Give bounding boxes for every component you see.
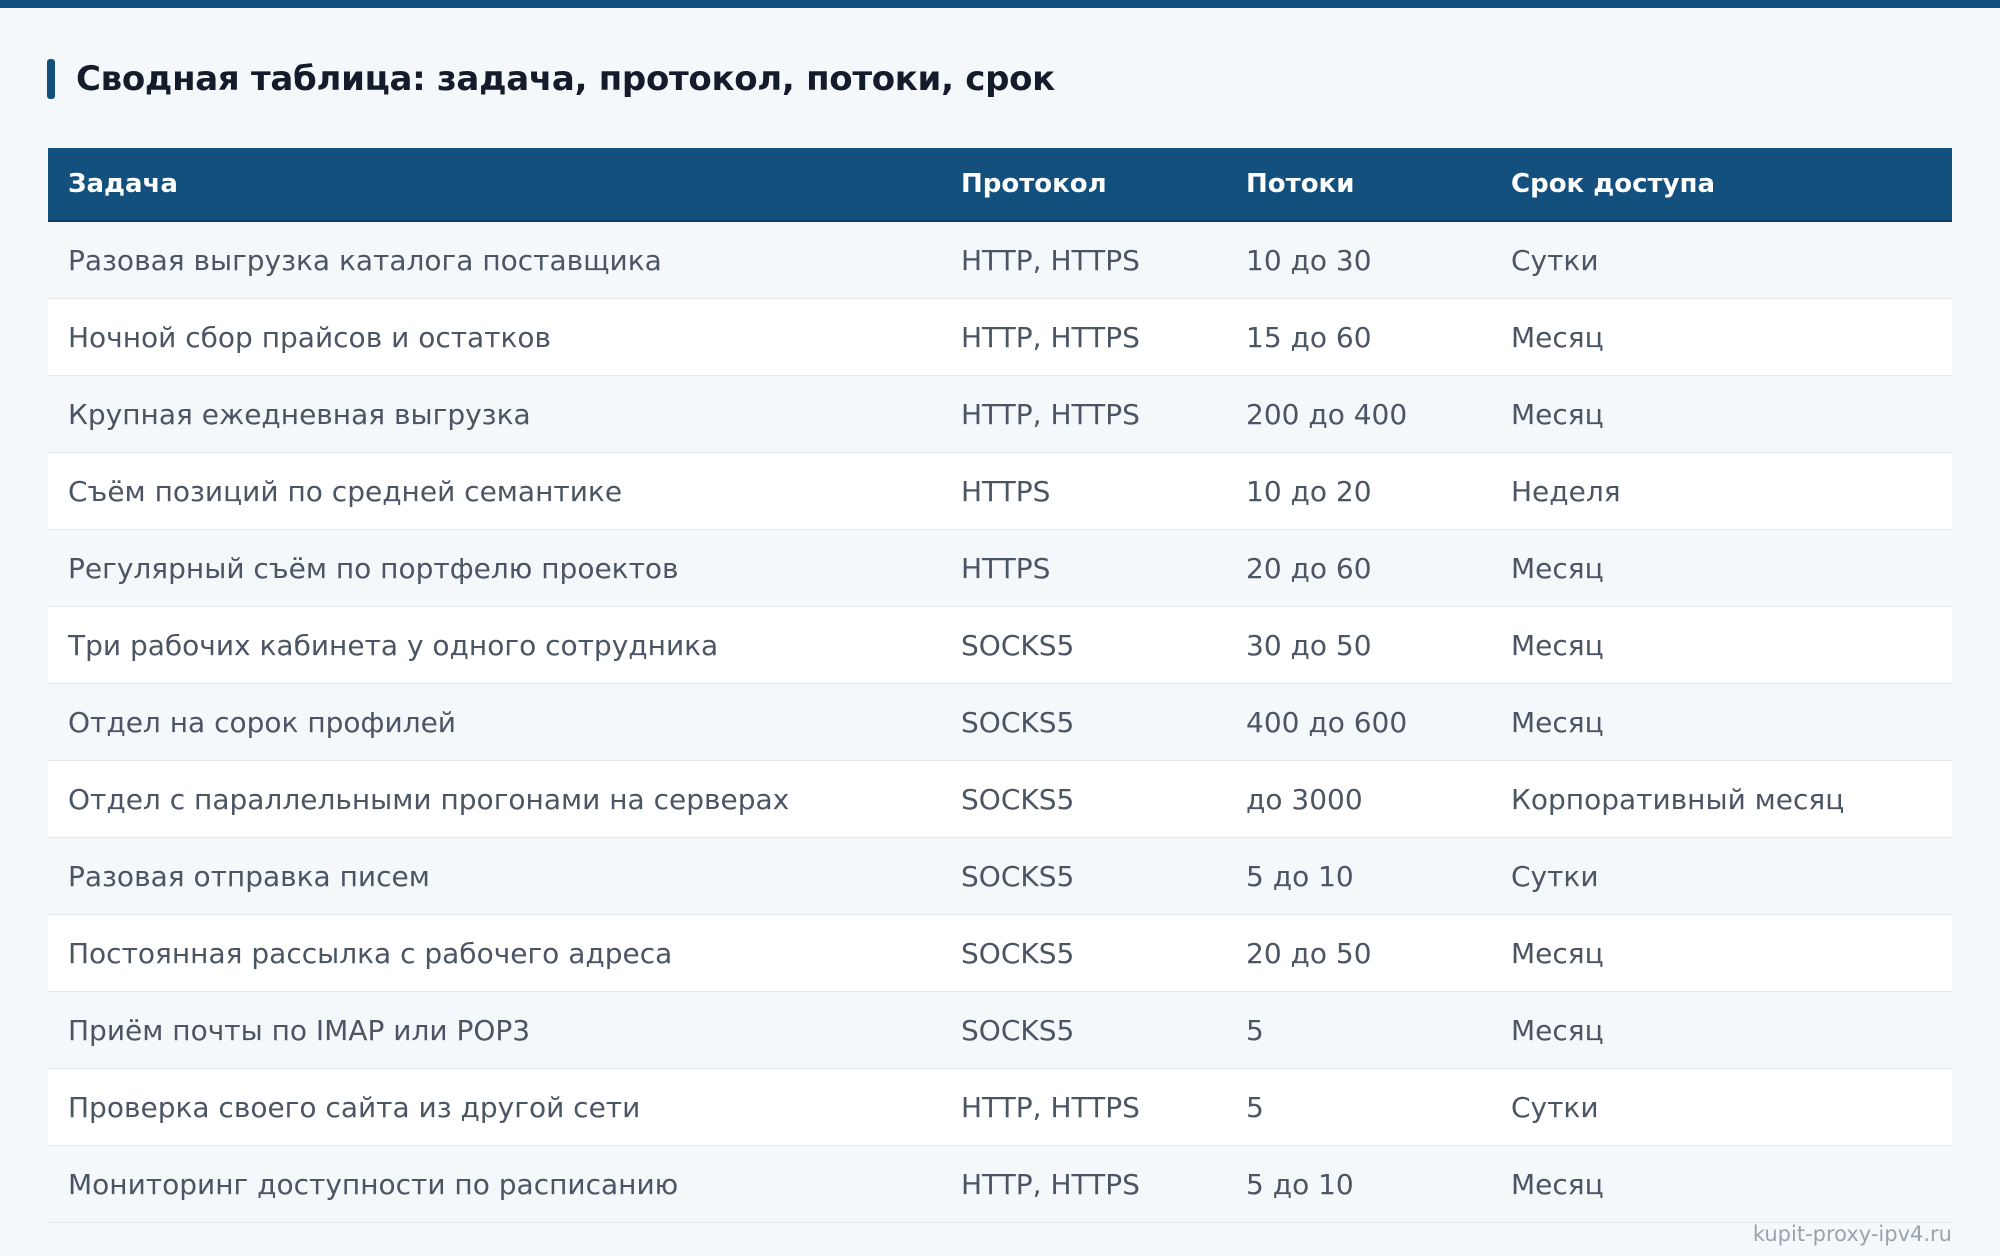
- protocol-cell: HTTP, HTTPS: [961, 1090, 1140, 1124]
- table-row: Разовая выгрузка каталога поставщика HTTP…: [48, 222, 1952, 299]
- header-access-term: Срок доступа: [1511, 169, 1716, 199]
- task-cell: Приём почты по IMAP или POP3: [68, 1013, 531, 1047]
- protocol-cell: HTTP, HTTPS: [961, 1167, 1140, 1201]
- protocol-cell: SOCKS5: [961, 628, 1075, 662]
- task-cell: Проверка своего сайта из другой сети: [68, 1090, 641, 1124]
- access-term-cell: Месяц: [1511, 320, 1604, 354]
- threads-cell: 400 до 600: [1246, 705, 1408, 739]
- table-body: Разовая выгрузка каталога поставщика HTTP…: [48, 222, 1952, 1223]
- header-threads: Потоки: [1246, 169, 1355, 199]
- task-cell: Три рабочих кабинета у одного сотрудника: [68, 628, 719, 662]
- table-row: Приём почты по IMAP или POP3 SOCKS5 5 Месяц: [48, 992, 1952, 1069]
- access-term-cell: Месяц: [1511, 1013, 1604, 1047]
- header-protocol: Протокол: [961, 169, 1107, 199]
- access-term-cell: Месяц: [1511, 1167, 1604, 1201]
- header-task: Задача: [68, 169, 178, 199]
- threads-cell: 15 до 60: [1246, 320, 1372, 354]
- table-row: Мониторинг доступности по расписанию HTTP…: [48, 1146, 1952, 1223]
- task-cell: Разовая выгрузка каталога поставщика: [68, 243, 662, 277]
- task-cell: Мониторинг доступности по расписанию: [68, 1167, 679, 1201]
- threads-cell: 10 до 30: [1246, 243, 1372, 277]
- protocol-cell: SOCKS5: [961, 705, 1075, 739]
- threads-cell: 30 до 50: [1246, 628, 1372, 662]
- access-term-cell: Сутки: [1511, 243, 1599, 277]
- protocol-cell: SOCKS5: [961, 936, 1075, 970]
- task-cell: Ночной сбор прайсов и остатков: [68, 320, 552, 354]
- protocol-cell: SOCKS5: [961, 1013, 1075, 1047]
- task-cell: Отдел с параллельными прогонами на серве…: [68, 782, 790, 816]
- threads-cell: до 3000: [1246, 782, 1363, 816]
- task-cell: Разовая отправка писем: [68, 859, 430, 893]
- top-accent-bar: [0, 0, 2000, 8]
- summary-table: Задача Протокол Потоки Срок доступа Разо…: [48, 148, 1952, 1223]
- table-row: Отдел с параллельными прогонами на серве…: [48, 761, 1952, 838]
- threads-cell: 5 до 10: [1246, 859, 1354, 893]
- section-heading: Сводная таблица: задача, протокол, поток…: [47, 58, 1055, 100]
- protocol-cell: HTTPS: [961, 551, 1051, 585]
- task-cell: Регулярный съём по портфелю проектов: [68, 551, 679, 585]
- page-title: Сводная таблица: задача, протокол, поток…: [76, 59, 1055, 99]
- access-term-cell: Месяц: [1511, 705, 1604, 739]
- access-term-cell: Месяц: [1511, 551, 1604, 585]
- site-watermark: kupit-proxy-ipv4.ru: [1752, 1222, 1952, 1246]
- protocol-cell: SOCKS5: [961, 859, 1075, 893]
- table-row: Регулярный съём по портфелю проектов HTTP…: [48, 530, 1952, 607]
- task-cell: Отдел на сорок профилей: [68, 705, 457, 739]
- protocol-cell: HTTP, HTTPS: [961, 397, 1140, 431]
- table-header-row: Задача Протокол Потоки Срок доступа: [48, 148, 1952, 222]
- access-term-cell: Месяц: [1511, 397, 1604, 431]
- table-row: Разовая отправка писем SOCKS5 5 до 10 Сутки: [48, 838, 1952, 915]
- task-cell: Постоянная рассылка с рабочего адреса: [68, 936, 673, 970]
- table-row: Крупная ежедневная выгрузка HTTP, HTTPS 20…: [48, 376, 1952, 453]
- task-cell: Съём позиций по средней семантике: [68, 474, 623, 508]
- task-cell: Крупная ежедневная выгрузка: [68, 397, 531, 431]
- access-term-cell: Сутки: [1511, 1090, 1599, 1124]
- threads-cell: 10 до 20: [1246, 474, 1372, 508]
- protocol-cell: HTTPS: [961, 474, 1051, 508]
- table-row: Съём позиций по средней семантике HTTPS 10…: [48, 453, 1952, 530]
- threads-cell: 20 до 50: [1246, 936, 1372, 970]
- access-term-cell: Месяц: [1511, 628, 1604, 662]
- threads-cell: 200 до 400: [1246, 397, 1408, 431]
- table-row: Три рабочих кабинета у одного сотрудника…: [48, 607, 1952, 684]
- threads-cell: 20 до 60: [1246, 551, 1372, 585]
- access-term-cell: Корпоративный месяц: [1511, 782, 1845, 816]
- protocol-cell: HTTP, HTTPS: [961, 243, 1140, 277]
- table-row: Отдел на сорок профилей SOCKS5 400 до 600 М…: [48, 684, 1952, 761]
- access-term-cell: Сутки: [1511, 859, 1599, 893]
- table-row: Ночной сбор прайсов и остатков HTTP, HTTP…: [48, 299, 1952, 376]
- access-term-cell: Месяц: [1511, 936, 1604, 970]
- protocol-cell: SOCKS5: [961, 782, 1075, 816]
- threads-cell: 5: [1246, 1090, 1264, 1124]
- heading-accent-mark: [47, 59, 55, 99]
- table-row: Постоянная рассылка с рабочего адреса SOC…: [48, 915, 1952, 992]
- protocol-cell: HTTP, HTTPS: [961, 320, 1140, 354]
- threads-cell: 5: [1246, 1013, 1264, 1047]
- access-term-cell: Неделя: [1511, 474, 1621, 508]
- table-row: Проверка своего сайта из другой сети HTTP…: [48, 1069, 1952, 1146]
- threads-cell: 5 до 10: [1246, 1167, 1354, 1201]
